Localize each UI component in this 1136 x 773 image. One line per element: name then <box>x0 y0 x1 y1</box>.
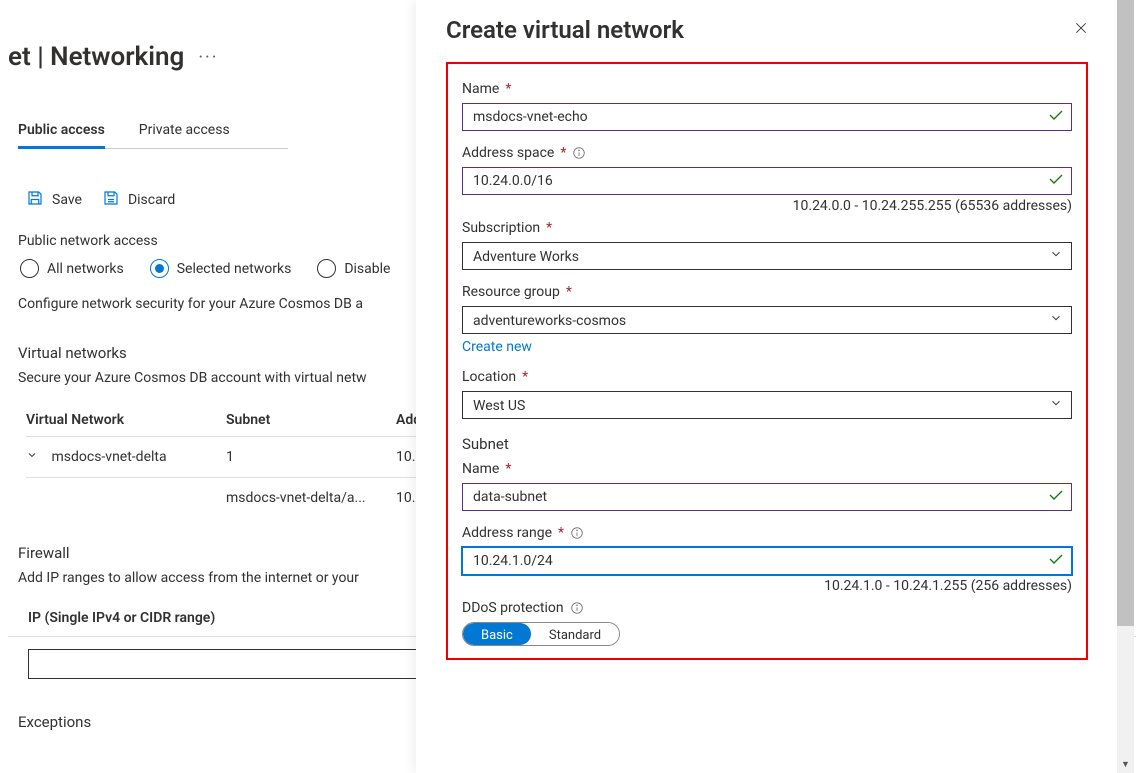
col-subnet: Subnet <box>226 412 396 428</box>
resource-group-select[interactable]: adventureworks-cosmos <box>462 306 1072 334</box>
subnet-name-label-text: Name <box>462 461 499 477</box>
page-title: et | Networking <box>8 42 184 72</box>
location-label-text: Location <box>462 369 516 385</box>
table-row[interactable]: msdocs-vnet-delta 1 10.7 <box>26 436 418 477</box>
ddos-toggle[interactable]: Basic Standard <box>462 622 620 646</box>
page-title-suffix: | Networking <box>31 42 185 72</box>
highlight-region: Name * Address space * 10.24.0.0 - 10.24.2… <box>446 62 1088 660</box>
subscription-select[interactable]: Adventure Works <box>462 242 1072 270</box>
table-row[interactable]: msdocs-vnet-delta/a... 10.2 <box>26 477 418 518</box>
radio-all-networks[interactable]: All networks <box>20 259 124 278</box>
info-icon[interactable] <box>572 146 586 160</box>
discard-label: Discard <box>128 192 175 208</box>
location-select[interactable]: West US <box>462 391 1072 419</box>
required-star: * <box>505 81 511 97</box>
scrollbar[interactable]: ▼ <box>1117 0 1134 773</box>
row-subnet-count: 1 <box>226 449 396 465</box>
checkmark-icon <box>1048 489 1064 505</box>
required-star: * <box>505 461 511 477</box>
resource-group-label-text: Resource group <box>462 284 560 300</box>
required-star: * <box>522 369 528 385</box>
location-label: Location * <box>462 369 1072 385</box>
ip-range-input[interactable] <box>28 649 424 679</box>
info-icon[interactable] <box>570 601 584 615</box>
col-virtual-network: Virtual Network <box>26 412 226 428</box>
checkmark-icon <box>1048 109 1064 125</box>
discard-button[interactable]: Discard <box>102 189 175 211</box>
name-label-text: Name <box>462 81 499 97</box>
subnet-heading: Subnet <box>462 435 1072 453</box>
save-icon <box>26 189 44 211</box>
close-button[interactable] <box>1074 21 1088 39</box>
page-title-prefix: et <box>8 42 31 72</box>
radio-circle-icon <box>150 259 169 278</box>
create-vnet-panel: Create virtual network Name * Address spa… <box>416 0 1118 773</box>
ddos-standard-option[interactable]: Standard <box>531 623 619 645</box>
subscription-label-text: Subscription <box>462 220 540 236</box>
radio-selected-networks[interactable]: Selected networks <box>150 259 292 278</box>
address-range-label-text: Address range <box>462 525 552 541</box>
scroll-down-arrow[interactable]: ▼ <box>1117 756 1134 773</box>
ddos-label: DDoS protection <box>462 600 1072 616</box>
radio-circle-icon <box>20 259 39 278</box>
subnet-name-label: Name * <box>462 461 1072 477</box>
tab-public-access[interactable]: Public access <box>18 122 105 149</box>
close-icon <box>1074 23 1088 39</box>
create-new-link[interactable]: Create new <box>462 339 532 355</box>
checkmark-icon <box>1048 173 1064 189</box>
required-star: * <box>558 525 564 541</box>
tab-private-access[interactable]: Private access <box>139 122 230 149</box>
name-input[interactable] <box>462 103 1072 131</box>
address-space-hint: 10.24.0.0 - 10.24.255.255 (65536 address… <box>462 198 1072 214</box>
radio-all-label: All networks <box>47 261 124 277</box>
address-space-input[interactable] <box>462 167 1072 195</box>
ddos-label-text: DDoS protection <box>462 600 564 616</box>
address-space-label: Address space * <box>462 145 1072 161</box>
radio-selected-label: Selected networks <box>177 261 292 277</box>
resource-group-value: adventureworks-cosmos <box>473 313 626 329</box>
address-range-input[interactable] <box>462 547 1072 575</box>
chevron-down-icon <box>26 449 38 465</box>
address-space-label-text: Address space <box>462 145 554 161</box>
name-label: Name * <box>462 81 1072 97</box>
subnet-name-input[interactable] <box>462 483 1072 511</box>
checkmark-icon <box>1048 553 1064 569</box>
radio-disabled-label: Disable <box>344 261 390 277</box>
address-range-label: Address range * <box>462 525 1072 541</box>
discard-icon <box>102 189 120 211</box>
location-value: West US <box>473 398 525 414</box>
scrollbar-thumb[interactable] <box>1117 0 1134 626</box>
radio-disabled[interactable]: Disable <box>317 259 390 278</box>
panel-title: Create virtual network <box>446 16 684 44</box>
resource-group-label: Resource group * <box>462 284 1072 300</box>
row-vn-name: msdocs-vnet-delta <box>51 449 166 465</box>
address-range-hint: 10.24.1.0 - 10.24.1.255 (256 addresses) <box>462 578 1072 594</box>
row-subnet-name: msdocs-vnet-delta/a... <box>226 490 396 506</box>
radio-circle-icon <box>317 259 336 278</box>
info-icon[interactable] <box>570 526 584 540</box>
ddos-basic-option[interactable]: Basic <box>463 623 531 645</box>
required-star: * <box>560 145 566 161</box>
page-more-button[interactable]: ··· <box>198 47 218 68</box>
save-label: Save <box>52 192 82 208</box>
vnet-table-head: Virtual Network Subnet Add <box>26 404 418 436</box>
required-star: * <box>566 284 572 300</box>
required-star: * <box>546 220 552 236</box>
save-button[interactable]: Save <box>26 189 82 211</box>
vnet-table: Virtual Network Subnet Add msdocs-vnet-d… <box>8 404 418 518</box>
subscription-label: Subscription * <box>462 220 1072 236</box>
subscription-value: Adventure Works <box>473 249 579 265</box>
